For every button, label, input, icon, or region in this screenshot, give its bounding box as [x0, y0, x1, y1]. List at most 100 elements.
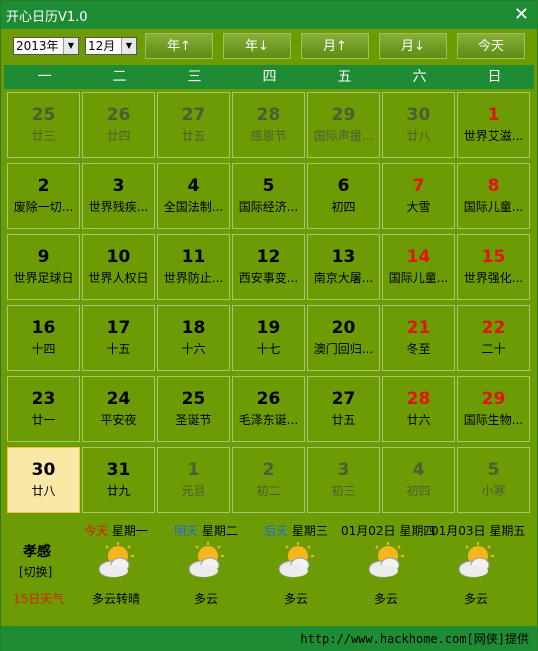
day-cell[interactable]: 25 廿三	[7, 92, 80, 158]
day-cell[interactable]: 14 国际儿童...	[382, 234, 455, 300]
day-cell[interactable]: 22 二十	[457, 305, 530, 371]
day-cell[interactable]: 9 世界足球日	[7, 234, 80, 300]
forecast-weekday: 01月02日 星期四	[341, 524, 436, 538]
lunar-or-festival-label: 大雪	[406, 200, 431, 214]
lunar-or-festival-label: 小寒	[481, 484, 506, 498]
day-cell[interactable]: 25 圣诞节	[157, 376, 230, 442]
day-cell[interactable]: 3 世界残疾...	[82, 163, 155, 229]
day-cell[interactable]: 17 十五	[82, 305, 155, 371]
switch-city-link[interactable]: [切换]	[19, 563, 52, 580]
lunar-or-festival-label: 十七	[256, 342, 281, 356]
day-cell[interactable]: 1 元旦	[157, 447, 230, 513]
calendar-grid: 25 廿三 26 廿四 27 廿五 28 感恩节 29 国际声援... 30 廿八 1 世界艾滋... 2 废…	[7, 92, 533, 516]
day-cell[interactable]: 1 世界艾滋...	[457, 92, 530, 158]
today-button[interactable]: 今天	[457, 33, 525, 59]
day-cell[interactable]: 24 平安夜	[82, 376, 155, 442]
day-cell[interactable]: 27 廿五	[157, 92, 230, 158]
day-number: 29	[331, 105, 356, 125]
day-cell-today[interactable]: 30 廿八	[7, 447, 80, 513]
weekday-header: 一二三四五六日	[4, 65, 534, 89]
day-number: 16	[31, 318, 56, 338]
weather-panel: 孝感 [切换] 15日天气 今天 星期一 多云转晴 明天 星期二 多云 后天 星期三 多云…	[1, 516, 537, 626]
lunar-or-festival-label: 南京大屠...	[313, 271, 374, 285]
year-up-button[interactable]: 年↑	[145, 33, 213, 59]
forecast-condition: 多云	[193, 592, 218, 606]
day-cell[interactable]: 30 廿八	[382, 92, 455, 158]
lunar-or-festival-label: 十四	[31, 342, 56, 356]
lunar-or-festival-label: 廿三	[31, 129, 56, 143]
forecast-condition: 多云	[373, 592, 398, 606]
day-cell[interactable]: 29 国际声援...	[307, 92, 380, 158]
lunar-or-festival-label: 全国法制...	[163, 200, 224, 214]
lunar-or-festival-label: 世界强化...	[463, 271, 524, 285]
day-cell[interactable]: 2 初二	[232, 447, 305, 513]
day-cell[interactable]: 18 十六	[157, 305, 230, 371]
day-cell[interactable]: 5 小寒	[457, 447, 530, 513]
title-bar[interactable]: 开心日历V1.0 ✕	[1, 1, 537, 29]
day-cell[interactable]: 21 冬至	[382, 305, 455, 371]
credit-link[interactable]: http://www.hackhome.com[网侠]提供	[300, 630, 529, 647]
day-number: 27	[181, 105, 206, 125]
day-cell[interactable]: 31 廿九	[82, 447, 155, 513]
day-cell[interactable]: 7 大雪	[382, 163, 455, 229]
day-cell[interactable]: 28 感恩节	[232, 92, 305, 158]
chevron-down-icon[interactable]: ▼	[121, 38, 136, 54]
day-cell[interactable]: 29 国际生物...	[457, 376, 530, 442]
day-cell[interactable]: 13 南京大屠...	[307, 234, 380, 300]
day-cell[interactable]: 28 廿六	[382, 376, 455, 442]
month-select[interactable]: 12月 ▼	[85, 37, 137, 55]
day-number: 29	[481, 389, 506, 409]
year-down-button[interactable]: 年↓	[223, 33, 291, 59]
day-cell[interactable]: 4 全国法制...	[157, 163, 230, 229]
partly-cloudy-icon	[276, 542, 316, 582]
window-title: 开心日历V1.0	[6, 10, 88, 25]
day-cell[interactable]: 20 澳门回归...	[307, 305, 380, 371]
fifteen-day-weather-link[interactable]: 15日天气	[13, 590, 64, 607]
day-cell[interactable]: 2 废除一切...	[7, 163, 80, 229]
partly-cloudy-icon	[456, 542, 496, 582]
forecast-day: 后天 星期三 多云	[251, 522, 341, 607]
month-down-button[interactable]: 月↓	[379, 33, 447, 59]
lunar-or-festival-label: 澳门回归...	[313, 342, 374, 356]
day-number: 24	[106, 389, 131, 409]
day-cell[interactable]: 23 廿一	[7, 376, 80, 442]
day-cell[interactable]: 26 毛泽东诞...	[232, 376, 305, 442]
lunar-or-festival-label: 世界防止...	[163, 271, 224, 285]
partly-cloudy-icon	[96, 542, 136, 582]
day-cell[interactable]: 27 廿五	[307, 376, 380, 442]
day-number: 28	[406, 389, 431, 409]
chevron-down-icon[interactable]: ▼	[63, 38, 78, 54]
lunar-or-festival-label: 元旦	[181, 484, 206, 498]
day-cell[interactable]: 11 世界防止...	[157, 234, 230, 300]
day-number: 27	[331, 389, 356, 409]
forecast-day-label: 今天 星期一	[71, 522, 161, 540]
day-cell[interactable]: 4 初四	[382, 447, 455, 513]
day-number: 2	[37, 176, 50, 196]
day-cell[interactable]: 15 世界强化...	[457, 234, 530, 300]
year-select[interactable]: 2013年 ▼	[13, 37, 79, 55]
close-icon[interactable]: ✕	[514, 4, 529, 25]
day-number: 17	[106, 318, 131, 338]
day-cell[interactable]: 12 西安事变...	[232, 234, 305, 300]
day-number: 14	[406, 247, 431, 267]
lunar-or-festival-label: 国际经济...	[238, 200, 299, 214]
lunar-or-festival-label: 国际声援...	[313, 129, 374, 143]
day-number: 9	[37, 247, 50, 267]
day-number: 30	[406, 105, 431, 125]
day-cell[interactable]: 26 廿四	[82, 92, 155, 158]
day-cell[interactable]: 5 国际经济...	[232, 163, 305, 229]
day-number: 1	[187, 460, 200, 480]
lunar-or-festival-label: 十六	[181, 342, 206, 356]
lunar-or-festival-label: 世界残疾...	[88, 200, 149, 214]
day-cell[interactable]: 16 十四	[7, 305, 80, 371]
day-cell[interactable]: 6 初四	[307, 163, 380, 229]
day-cell[interactable]: 10 世界人权日	[82, 234, 155, 300]
day-cell[interactable]: 8 国际儿童...	[457, 163, 530, 229]
month-up-button[interactable]: 月↑	[301, 33, 369, 59]
lunar-or-festival-label: 廿一	[31, 413, 56, 427]
day-cell[interactable]: 3 初三	[307, 447, 380, 513]
day-number: 4	[412, 460, 425, 480]
day-cell[interactable]: 19 十七	[232, 305, 305, 371]
day-number: 12	[256, 247, 281, 267]
partly-cloudy-icon	[366, 542, 406, 582]
